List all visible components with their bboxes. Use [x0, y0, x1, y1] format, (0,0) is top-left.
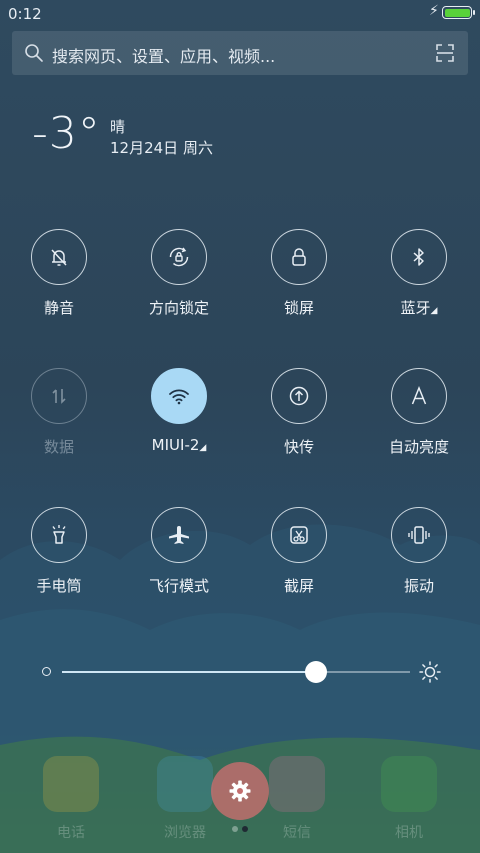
brightness-high-icon: [419, 661, 441, 683]
toggle-circle[interactable]: [391, 368, 447, 424]
toggle-circle[interactable]: [391, 229, 447, 285]
wifi-icon: [169, 389, 189, 405]
status-bar: 0:12 ⚡: [0, 0, 480, 28]
battery-icon: [442, 6, 475, 19]
lock-icon: [292, 248, 306, 266]
toggle-circle[interactable]: [271, 507, 327, 563]
expand-indicator-icon: ◢: [199, 443, 207, 453]
camera-app-icon: [381, 756, 437, 812]
battery-terminal: [473, 10, 475, 15]
toggle-label: MIUI-2◢: [120, 436, 238, 454]
auto-brightness-icon: [411, 386, 427, 405]
wifi-label: MIUI-2: [151, 436, 200, 454]
toggle-circle[interactable]: [31, 229, 87, 285]
toggle-label: 数据: [43, 438, 74, 456]
vibrate-icon: [408, 526, 430, 544]
bell-off-icon: [51, 249, 67, 266]
toggle-circle[interactable]: [31, 368, 87, 424]
weather-condition: 晴: [110, 118, 126, 136]
dock-app-camera[interactable]: 相机: [369, 756, 449, 846]
battery-level: [444, 8, 470, 17]
toggle-mute[interactable]: 静音: [0, 229, 120, 329]
toggle-label: 手电筒: [36, 577, 82, 595]
phone-app-icon: [43, 756, 99, 812]
dock-app-label: 短信: [283, 825, 311, 841]
browser-app-icon: [157, 756, 213, 812]
data-arrows-icon: [52, 389, 66, 404]
scan-icon[interactable]: [435, 43, 455, 63]
page-indicator: [232, 826, 252, 834]
toggle-rotation-lock[interactable]: 方向锁定: [120, 229, 240, 329]
toggle-mobile-data[interactable]: 数据: [0, 368, 120, 468]
toggle-screenshot[interactable]: 截屏: [240, 507, 360, 607]
messages-app-icon: [269, 756, 325, 812]
dock-app-label: 电话: [57, 825, 85, 841]
toggle-label: 蓝牙◢: [360, 297, 478, 318]
dock-app-messages[interactable]: 短信: [257, 756, 337, 846]
charging-icon: ⚡: [429, 3, 439, 19]
toggle-bluetooth[interactable]: 蓝牙◢: [360, 229, 480, 329]
toggle-circle[interactable]: [271, 368, 327, 424]
date-label: 12月24日 周六: [110, 139, 213, 157]
toggle-circle[interactable]: [271, 229, 327, 285]
temperature[interactable]: -3°: [32, 108, 101, 159]
bluetooth-label: 蓝牙: [400, 299, 431, 317]
dock-app-phone[interactable]: 电话: [31, 756, 111, 846]
airplane-icon: [169, 526, 189, 544]
toggle-label: 飞行模式: [148, 577, 209, 595]
toggle-fast-share[interactable]: 快传: [240, 368, 360, 468]
flashlight-icon: [52, 525, 66, 544]
toggle-label: 自动亮度: [388, 438, 449, 456]
toggle-vibrate[interactable]: 振动: [360, 507, 480, 607]
dock-app-label: 相机: [395, 825, 423, 841]
toggle-circle[interactable]: [151, 368, 207, 424]
brightness-slider[interactable]: [40, 660, 441, 684]
toggle-circle[interactable]: [31, 507, 87, 563]
search-input[interactable]: 搜索网页、设置、应用、视频...: [52, 43, 275, 67]
search-icon: [25, 44, 43, 62]
slider-fill: [62, 671, 317, 673]
toggle-label: 方向锁定: [148, 299, 209, 317]
dock-app-label: 浏览器: [164, 825, 206, 841]
toggle-airplane-mode[interactable]: 飞行模式: [120, 507, 240, 607]
toggle-lock-screen[interactable]: 锁屏: [240, 229, 360, 329]
toggle-auto-brightness[interactable]: 自动亮度: [360, 368, 480, 468]
page-dot: [242, 826, 248, 832]
toggle-label: 快传: [283, 438, 314, 456]
gear-icon: [229, 780, 251, 802]
expand-indicator-icon: ◢: [430, 306, 438, 316]
bluetooth-icon: [413, 248, 424, 266]
slider-thumb[interactable]: [305, 661, 328, 683]
clock: 0:12: [8, 5, 42, 23]
search-bar[interactable]: 搜索网页、设置、应用、视频...: [12, 31, 468, 75]
toggle-flashlight[interactable]: 手电筒: [0, 507, 120, 607]
slider-track[interactable]: [62, 661, 410, 683]
toggle-circle[interactable]: [151, 507, 207, 563]
brightness-low-icon: [42, 667, 51, 676]
toggle-circle[interactable]: [391, 507, 447, 563]
toggle-label: 截屏: [283, 577, 314, 595]
screenshot-icon: [290, 526, 308, 544]
toggle-label: 静音: [43, 299, 74, 317]
settings-button[interactable]: [211, 762, 269, 820]
toggle-label: 振动: [403, 577, 434, 595]
page-dot: [232, 826, 238, 832]
fast-share-icon: [289, 386, 309, 406]
toggle-label: 锁屏: [283, 299, 314, 317]
toggle-wifi[interactable]: MIUI-2◢: [120, 368, 240, 468]
toggle-circle[interactable]: [151, 229, 207, 285]
rotation-lock-icon: [169, 247, 189, 267]
